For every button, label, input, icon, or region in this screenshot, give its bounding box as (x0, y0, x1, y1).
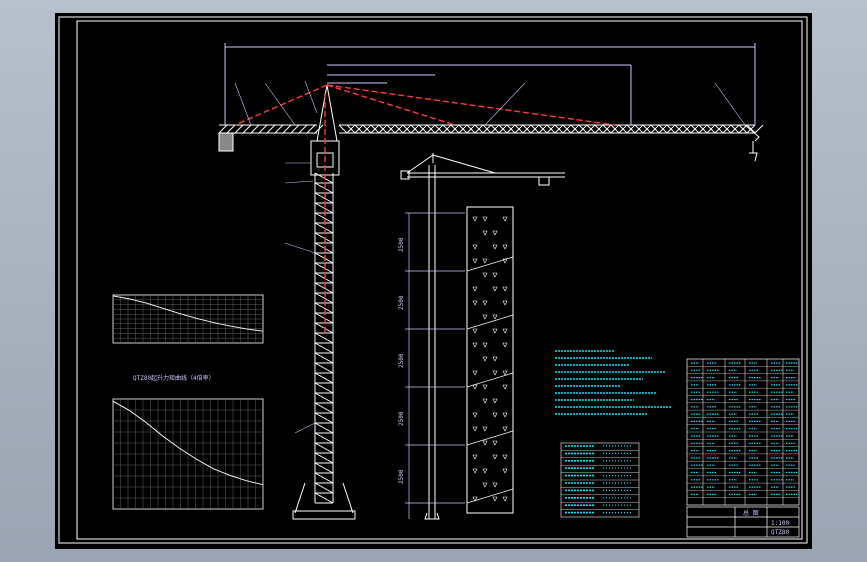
title-block-drawing-no: QTZ80 (771, 529, 789, 536)
tower-height-label: 2500 (398, 411, 405, 426)
parts-list-table (686, 358, 800, 506)
wall-section (466, 206, 514, 514)
chart-main-title: QTZ80起升力矩曲线（4倍率） (133, 374, 215, 382)
outer-frame (58, 16, 808, 544)
tower-height-label: 2500 (398, 295, 405, 310)
tower-height-label: 2500 (398, 353, 405, 368)
technical-notes (555, 350, 671, 415)
load-chart-top (112, 294, 264, 344)
parts-table-small (560, 442, 640, 518)
cad-drawing-viewport[interactable]: 2500 2500 2500 2500 2500 QTZ80起升力矩曲线（4倍率） 总 … (55, 13, 812, 549)
title-block-scale: 1:100 (771, 520, 789, 527)
small-crane-elevation (400, 153, 565, 520)
tie-rods (234, 84, 616, 333)
load-chart-bottom (112, 398, 264, 510)
counterweight (218, 132, 234, 152)
tower-height-label: 2500 (398, 237, 405, 252)
tower-height-label: 2500 (398, 469, 405, 484)
title-block-name: 总 图 (743, 509, 759, 517)
cad-drawing-canvas: 2500 2500 2500 2500 2500 QTZ80起升力矩曲线（4倍率） 总 … (58, 16, 808, 544)
main-crane (218, 43, 764, 520)
